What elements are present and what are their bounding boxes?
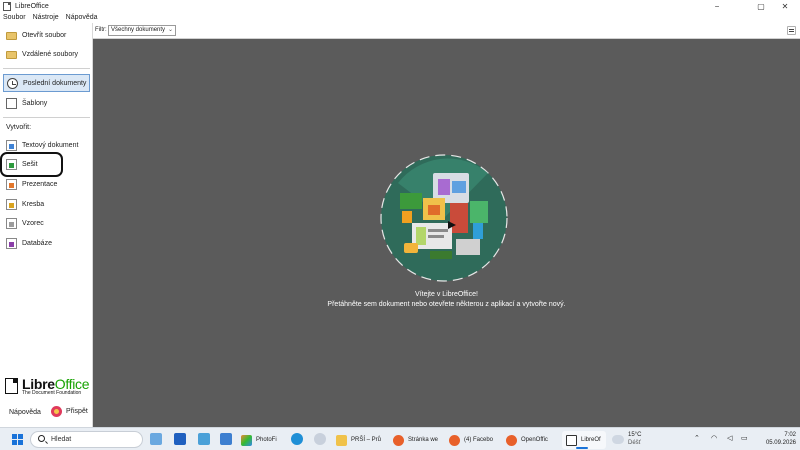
clock-icon [7,77,18,89]
libreoffice-logo: LibreOffice The Document Foundation [4,376,90,398]
folder-icon [6,32,17,40]
open-file-button[interactable]: Otevřít soubor [3,26,90,44]
math-icon [6,217,17,229]
create-base-database-button[interactable]: Databáze [3,234,90,252]
heart-icon [51,406,62,417]
sidebar-divider [3,117,90,118]
create-heading: Vytvořit: [6,124,32,131]
speaker-icon[interactable]: ◁ [727,434,732,442]
screen-capture-icon[interactable] [174,433,186,445]
filter-bar: Filtr: Všechny dokumenty ⌄ [93,23,800,39]
draw-icon [6,198,17,210]
weather-temperature: 15°C [628,432,642,438]
filter-value: Všechny dokumenty [111,27,166,33]
taskbar-app-firefox-2[interactable]: (4) Facebo [449,431,501,449]
create-item-label: Textový dokument [22,141,79,149]
clock-date: 05.09.2026 [765,440,796,446]
welcome-title: Vítejte v LibreOffice! [415,291,478,298]
rain-cloud-icon [612,435,624,444]
taskbar-app-libreoffice[interactable]: LibreOf [562,431,606,449]
wifi-icon[interactable]: ◠ [711,434,717,442]
filter-label: Filtr: [95,27,107,33]
weather-condition: Déšť [628,440,641,446]
phone-link-icon[interactable] [198,433,210,445]
windows-taskbar: Hledat PhotoFi PRŠÍ – Prů Stránka we (4)… [0,427,800,450]
taskbar-app-firefox-3[interactable]: OpenOffic [506,431,558,449]
menu-soubor[interactable]: Soubor [3,14,26,21]
template-icon [6,97,17,109]
taskbar-app-label: OpenOffic [521,437,548,443]
chevron-up-icon[interactable]: ⌃ [694,434,700,442]
taskbar-app-label: PRŠÍ – Prů [351,437,382,443]
hamburger-menu-icon[interactable] [787,26,796,35]
search-placeholder: Hledat [51,436,72,443]
sidebar-divider [3,68,90,69]
create-item-label: Kresba [22,200,45,208]
battery-icon[interactable]: ▭ [741,434,748,442]
firefox-icon [449,434,460,446]
taskbar-app-firefox-1[interactable]: Stránka we [393,431,445,449]
donate-label: Přispět [66,408,88,415]
firefox-icon [393,434,404,446]
browser-icon[interactable] [314,433,326,445]
recent-documents-label: Poslední dokumenty [23,79,87,87]
donate-button[interactable]: Přispět [51,406,88,417]
create-impress-presentation-button[interactable]: Prezentace [3,175,90,193]
menu-nastroje[interactable]: Nástroje [33,14,59,21]
highlight-ring [0,152,63,177]
window-title: LibreOffice [15,2,49,10]
create-item-label: Databáze [22,239,52,247]
logo-subtitle: The Document Foundation [22,390,82,396]
create-math-formula-button[interactable]: Vzorec [3,214,90,232]
libreoffice-app-icon [3,1,11,11]
filter-dropdown[interactable]: Všechny dokumenty ⌄ [108,25,176,36]
recent-documents-button[interactable]: Poslední dokumenty [3,74,90,92]
remote-folder-icon [6,51,17,59]
chevron-down-icon: ⌄ [167,27,173,33]
templates-button[interactable]: Šablony [3,94,90,112]
base-icon [6,237,17,249]
welcome-illustration [380,154,508,282]
calculator-icon[interactable] [220,433,232,445]
taskbar-search[interactable]: Hledat [30,431,143,448]
search-icon [38,435,45,442]
remote-files-label: Vzdálené soubory [22,50,79,58]
minimize-button[interactable]: − [702,0,732,12]
taskbar-app-label: Stránka we [408,437,439,443]
photofiltre-icon [241,434,252,446]
libreoffice-logo-icon [5,378,18,394]
help-button[interactable]: Nápověda [9,409,41,416]
edge-icon[interactable] [291,433,303,445]
create-draw-drawing-button[interactable]: Kresba [3,195,90,213]
create-item-label: Prezentace [22,180,58,188]
writer-icon [6,139,17,151]
title-bar: LibreOffice − ▢ ✕ [0,0,800,12]
libreoffice-icon [566,434,577,446]
impress-icon [6,178,17,190]
recent-documents-area[interactable]: Vítejte v LibreOffice! Přetáhněte sem do… [93,39,800,427]
open-file-label: Otevřít soubor [22,31,67,39]
remote-files-button[interactable]: Vzdálené soubory [3,45,90,63]
close-button[interactable]: ✕ [770,0,800,12]
firefox-icon [506,434,517,446]
taskbar-app-label: LibreOf [581,437,601,443]
taskbar-app-label: (4) Facebo [464,437,494,443]
welcome-subtitle: Přetáhněte sem dokument nebo otevřete ně… [327,301,566,308]
taskbar-app-file-explorer[interactable]: PRŠÍ – Prů [336,431,388,449]
taskbar-app-label: PhotoFi [256,437,277,443]
create-item-label: Vzorec [22,219,44,227]
clock-time: 7:02 [784,432,796,438]
widgets-icon[interactable] [150,433,162,445]
taskbar-app-photofiltre[interactable]: PhotoFi [241,431,285,449]
menu-napoveda[interactable]: Nápověda [66,14,98,21]
templates-label: Šablony [22,99,48,107]
start-center-sidebar: Otevřít soubor Vzdálené soubory Poslední… [0,23,93,427]
windows-start-icon[interactable] [12,434,23,445]
taskbar-clock[interactable]: 7:02 05.09.2026 [758,431,796,447]
folder-icon [336,434,347,446]
menu-bar: Soubor Nástroje Nápověda [0,12,800,23]
weather-widget[interactable]: 15°C Déšť [612,431,652,449]
